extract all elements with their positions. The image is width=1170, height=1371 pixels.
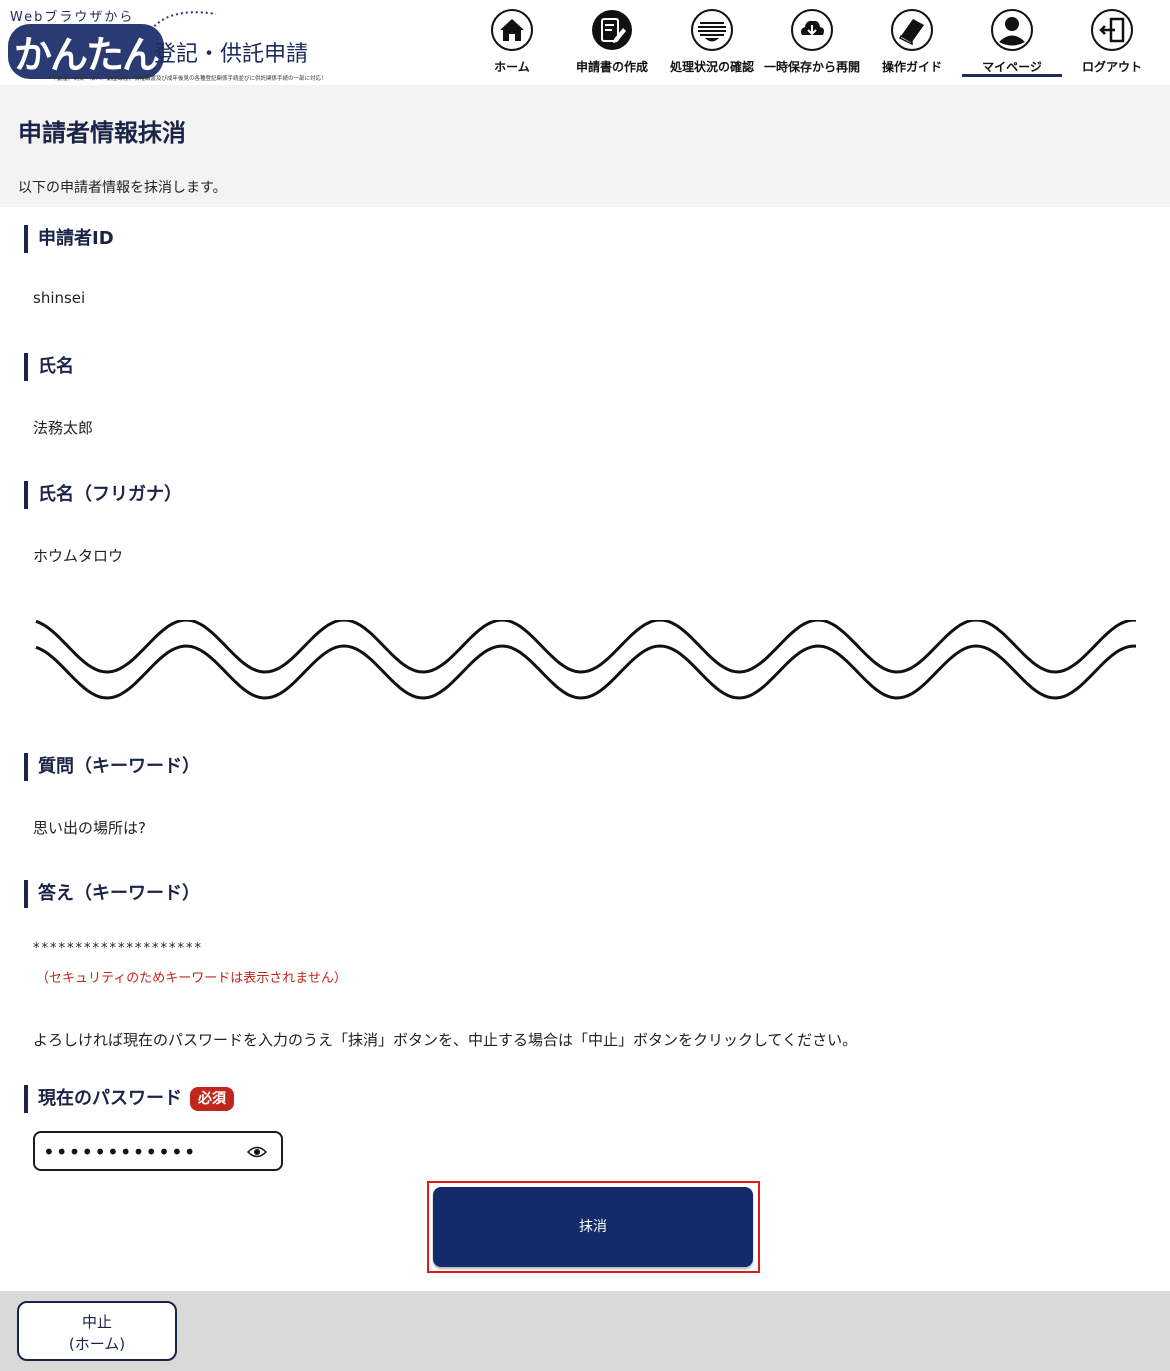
logo-sub-text: 登記・供託申請 [154, 42, 309, 67]
current-password-label: 現在のパスワード [38, 1088, 182, 1109]
cancel-home-button[interactable]: 中止 (ホーム) [17, 1301, 177, 1361]
footer-bar: 中止 (ホーム) [0, 1291, 1170, 1371]
nav-label-home: ホーム [494, 60, 530, 74]
instruction-text: よろしければ現在のパスワードを入力のうえ「抹消」ボタンを、中止する場合は「中止」… [33, 1031, 858, 1049]
logo-main-text: かんたん [8, 24, 165, 79]
nav-item-mypage[interactable]: マイページ [962, 0, 1062, 85]
logout-icon [1091, 9, 1133, 51]
nav-item-home[interactable]: ホーム [462, 0, 562, 85]
nav-item-status[interactable]: 処理状況の確認 [662, 0, 762, 85]
nav-label-resume: 一時保存から再開 [763, 60, 860, 74]
page-title: 申請者情報抹消 [18, 119, 186, 147]
name-kana-value: ホウムタロウ [33, 547, 124, 565]
current-password-input[interactable] [43, 1140, 243, 1164]
active-nav-underline [962, 74, 1062, 77]
name-heading: 氏名 [24, 353, 74, 381]
current-password-field[interactable] [33, 1131, 283, 1171]
site-logo[interactable]: Webブラウザから かんたん 登記・供託申請 「不動産、商業・法人、動産譲渡、債… [6, 4, 336, 84]
cloud-download-icon [791, 9, 833, 51]
current-password-heading: 現在のパスワード 必須 [24, 1085, 234, 1113]
nav-label-status: 処理状況の確認 [669, 60, 754, 74]
answer-masked-value: ******************** [33, 941, 203, 956]
nav-item-guide[interactable]: 操作ガイド [862, 0, 962, 85]
question-value: 思い出の場所は? [33, 819, 146, 837]
name-kana-heading: 氏名（フリガナ） [24, 481, 182, 509]
required-badge: 必須 [190, 1087, 234, 1111]
logo-top-text: Webブラウザから [10, 10, 135, 25]
nav-item-resume[interactable]: 一時保存から再開 [762, 0, 862, 85]
page-title-area: 申請者情報抹消 以下の申請者情報を抹消します。 [0, 85, 1170, 207]
nav-item-create-application[interactable]: 申請書の作成 [562, 0, 662, 85]
page-description: 以下の申請者情報を抹消します。 [18, 180, 227, 196]
nav-label-create-application: 申請書の作成 [575, 60, 648, 74]
delete-button[interactable]: 抹消 [433, 1187, 753, 1267]
applicant-id-value: shinsei [33, 289, 86, 307]
home-icon [491, 9, 533, 51]
nav-label-mypage: マイページ [982, 60, 1042, 74]
user-icon [991, 9, 1033, 51]
answer-security-note: （セキュリティのためキーワードは表示されません） [36, 971, 347, 986]
nav-label-guide: 操作ガイド [881, 60, 942, 74]
edit-document-icon [592, 10, 632, 50]
page-break-wavy-divider [35, 620, 1136, 700]
cancel-sublabel: (ホーム) [68, 1335, 126, 1353]
answer-heading: 答え（キーワード） [24, 880, 200, 908]
site-header: Webブラウザから かんたん 登記・供託申請 「不動産、商業・法人、動産譲渡、債… [0, 0, 1170, 85]
nav-label-logout: ログアウト [1081, 60, 1142, 74]
name-value: 法務太郎 [33, 419, 94, 437]
main-nav: ホーム 申請書の作成 処理状況の確認 一時保存から再開 操作ガイド マイページ … [462, 0, 1162, 85]
cancel-label: 中止 [81, 1313, 112, 1331]
guide-book-icon [891, 9, 933, 51]
logo-note-text: 「不動産、商業・法人、動産譲渡、債権譲渡及び成年後見の各種登記関係手続並びに供託… [46, 76, 327, 82]
status-list-icon [691, 9, 733, 51]
question-heading: 質問（キーワード） [24, 753, 200, 781]
nav-item-logout[interactable]: ログアウト [1062, 0, 1162, 85]
eye-icon[interactable] [247, 1145, 267, 1159]
applicant-id-heading: 申請者ID [24, 225, 114, 253]
